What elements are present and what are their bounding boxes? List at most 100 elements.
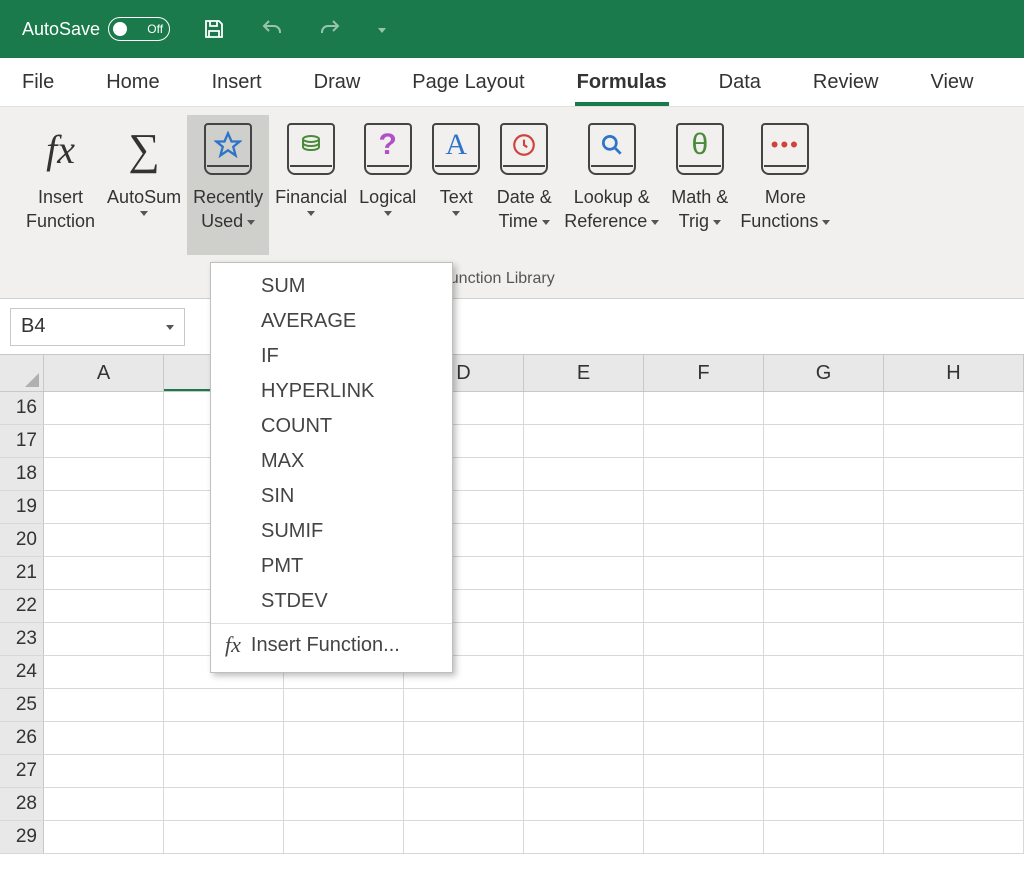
cell[interactable] (764, 491, 884, 523)
cell[interactable] (524, 425, 644, 457)
menu-item[interactable]: SIN (211, 479, 452, 514)
text-button[interactable]: A Text (422, 115, 490, 255)
recently-used-button[interactable]: Recently Used (187, 115, 269, 255)
cell[interactable] (404, 788, 524, 820)
cell[interactable] (644, 491, 764, 523)
cell[interactable] (524, 623, 644, 655)
date-time-button[interactable]: Date & Time (490, 115, 558, 255)
cell[interactable] (764, 689, 884, 721)
cell[interactable] (524, 689, 644, 721)
cell[interactable] (164, 689, 284, 721)
financial-button[interactable]: Financial (269, 115, 353, 255)
quick-access-dropdown-icon[interactable] (374, 15, 390, 43)
insert-function-button[interactable]: fx Insert Function (20, 115, 101, 255)
cell[interactable] (644, 524, 764, 556)
cell[interactable] (44, 755, 164, 787)
cell[interactable] (644, 590, 764, 622)
cell[interactable] (644, 821, 764, 853)
row-header[interactable]: 21 (0, 557, 44, 589)
cell[interactable] (644, 458, 764, 490)
tab-file[interactable]: File (20, 63, 56, 102)
cell[interactable] (44, 458, 164, 490)
redo-icon[interactable] (316, 15, 344, 43)
row-header[interactable]: 23 (0, 623, 44, 655)
cell[interactable] (644, 689, 764, 721)
undo-icon[interactable] (258, 15, 286, 43)
cell[interactable] (44, 656, 164, 688)
cell[interactable] (764, 392, 884, 424)
cell[interactable] (404, 821, 524, 853)
menu-item[interactable]: AVERAGE (211, 304, 452, 339)
row-header[interactable]: 25 (0, 689, 44, 721)
cell[interactable] (884, 557, 1024, 589)
cell[interactable] (164, 788, 284, 820)
tab-formulas[interactable]: Formulas (575, 63, 669, 102)
tab-data[interactable]: Data (717, 63, 763, 102)
cell[interactable] (524, 722, 644, 754)
cell[interactable] (764, 557, 884, 589)
save-icon[interactable] (200, 15, 228, 43)
cell[interactable] (404, 722, 524, 754)
cell[interactable] (884, 722, 1024, 754)
more-functions-button[interactable]: ••• More Functions (734, 115, 836, 255)
cell[interactable] (884, 425, 1024, 457)
cell[interactable] (764, 425, 884, 457)
cell[interactable] (164, 755, 284, 787)
cell[interactable] (644, 656, 764, 688)
menu-item[interactable]: COUNT (211, 409, 452, 444)
cell[interactable] (284, 821, 404, 853)
cell[interactable] (164, 821, 284, 853)
select-all-corner[interactable] (0, 355, 44, 391)
cell[interactable] (44, 557, 164, 589)
cell[interactable] (284, 788, 404, 820)
menu-item[interactable]: MAX (211, 444, 452, 479)
tab-view[interactable]: View (928, 63, 975, 102)
logical-button[interactable]: ? Logical (353, 115, 422, 255)
column-header[interactable]: E (524, 355, 644, 391)
cell[interactable] (884, 524, 1024, 556)
cell[interactable] (764, 590, 884, 622)
tab-insert[interactable]: Insert (210, 63, 264, 102)
cell[interactable] (644, 392, 764, 424)
cell[interactable] (764, 623, 884, 655)
cell[interactable] (524, 656, 644, 688)
cell[interactable] (764, 788, 884, 820)
menu-item[interactable]: PMT (211, 549, 452, 584)
cell[interactable] (44, 425, 164, 457)
tab-draw[interactable]: Draw (312, 63, 363, 102)
autosum-button[interactable]: ∑ AutoSum (101, 115, 187, 255)
row-header[interactable]: 29 (0, 821, 44, 853)
cell[interactable] (524, 557, 644, 589)
cell[interactable] (884, 689, 1024, 721)
row-header[interactable]: 22 (0, 590, 44, 622)
cell[interactable] (524, 524, 644, 556)
cell[interactable] (764, 656, 884, 688)
row-header[interactable]: 24 (0, 656, 44, 688)
autosave-toggle[interactable]: AutoSave Off (22, 17, 170, 41)
tab-page-layout[interactable]: Page Layout (410, 63, 526, 102)
menu-item[interactable]: SUMIF (211, 514, 452, 549)
cell[interactable] (884, 623, 1024, 655)
row-header[interactable]: 19 (0, 491, 44, 523)
cell[interactable] (764, 722, 884, 754)
cell[interactable] (404, 755, 524, 787)
menu-item[interactable]: HYPERLINK (211, 374, 452, 409)
cell[interactable] (44, 722, 164, 754)
cell[interactable] (44, 689, 164, 721)
tab-home[interactable]: Home (104, 63, 161, 102)
row-header[interactable]: 16 (0, 392, 44, 424)
cell[interactable] (644, 755, 764, 787)
cell[interactable] (644, 623, 764, 655)
cell[interactable] (164, 722, 284, 754)
row-header[interactable]: 26 (0, 722, 44, 754)
cell[interactable] (524, 788, 644, 820)
cell[interactable] (284, 722, 404, 754)
cell[interactable] (404, 689, 524, 721)
cell[interactable] (284, 689, 404, 721)
row-header[interactable]: 20 (0, 524, 44, 556)
cell[interactable] (44, 392, 164, 424)
menu-item[interactable]: SUM (211, 269, 452, 304)
cell[interactable] (884, 458, 1024, 490)
cell[interactable] (524, 392, 644, 424)
row-header[interactable]: 28 (0, 788, 44, 820)
